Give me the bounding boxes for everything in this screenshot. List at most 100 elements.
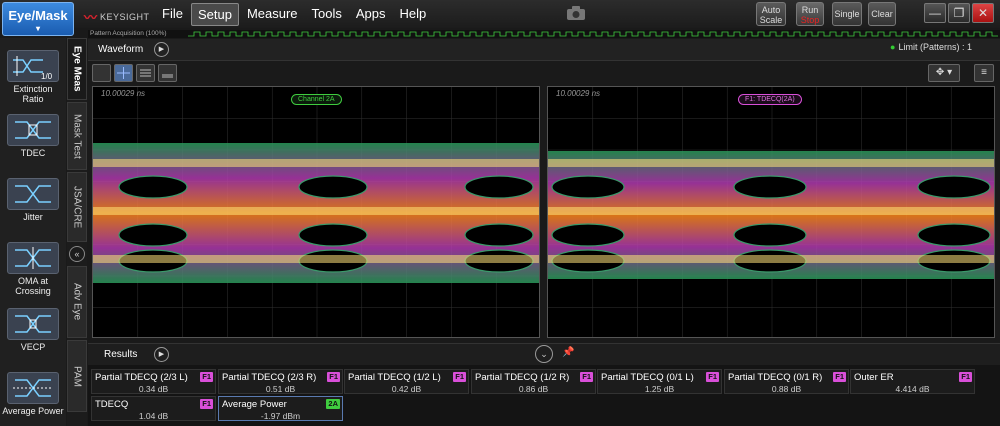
- limit-label: Limit (Patterns) : 1: [898, 42, 972, 52]
- oma-icon: [7, 242, 59, 274]
- acquisition-label: Pattern Acquisition (100%): [90, 30, 167, 37]
- pan-zoom-icon[interactable]: ✥ ▾: [928, 64, 960, 82]
- collapse-panel-icon[interactable]: «: [69, 246, 85, 262]
- tab-mask-test[interactable]: Mask Test: [67, 102, 87, 170]
- waveform-play-icon[interactable]: ▶: [154, 42, 169, 57]
- menu-icon[interactable]: ≡: [974, 64, 994, 82]
- sidebar-item-vecp[interactable]: VECP: [2, 308, 64, 352]
- result-cell[interactable]: Partial TDECQ (2/3 L) F1 0.34 dB: [91, 369, 216, 394]
- result-value: 0.42 dB: [391, 384, 422, 394]
- function-label-badge: F1: TDECQ(2A): [738, 94, 802, 105]
- menu-help[interactable]: Help: [394, 3, 433, 26]
- eye-diagram-graphic: [548, 87, 994, 337]
- source-badge: F1: [833, 372, 846, 382]
- camera-icon[interactable]: [566, 5, 586, 21]
- result-name: TDECQ: [95, 399, 129, 410]
- menu-setup[interactable]: Setup: [190, 3, 239, 26]
- single-button[interactable]: Single: [832, 2, 862, 26]
- result-cell[interactable]: Partial TDECQ (0/1 L) F1 1.25 dB: [597, 369, 722, 394]
- extinction-ratio-icon: 1/0: [7, 50, 59, 82]
- app-window: 〰 KEYSIGHT File Setup Measure Tools Apps…: [0, 0, 1000, 426]
- tab-adv-eye[interactable]: Adv Eye: [67, 266, 87, 338]
- sidebar-item-tdec[interactable]: TDEC: [2, 114, 64, 158]
- auto-scale-button[interactable]: Auto Scale: [756, 2, 786, 26]
- brand-name: KEYSIGHT: [100, 11, 150, 22]
- close-button[interactable]: ✕: [972, 3, 994, 23]
- source-badge: F1: [200, 372, 213, 382]
- result-value: 1.04 dB: [138, 411, 169, 421]
- waveform-header: Waveform ▶ ● Limit (Patterns) : 1: [88, 39, 1000, 61]
- result-name: Partial TDECQ (0/1 L): [601, 372, 694, 383]
- menu-file[interactable]: File: [156, 3, 189, 26]
- source-badge: F1: [200, 399, 213, 409]
- pattern-acquisition-bar: Pattern Acquisition (100%): [88, 30, 1000, 38]
- sidebar-item-label: VECP: [20, 342, 46, 352]
- waveform-toolbar: ✥ ▾ ≡: [88, 61, 1000, 85]
- auto-scale-label-1: Auto: [761, 5, 781, 15]
- source-badge: F1: [706, 372, 719, 382]
- sidebar-item-label: TDEC: [20, 148, 46, 158]
- jitter-icon: [7, 178, 59, 210]
- menu-tools[interactable]: Tools: [306, 3, 348, 26]
- source-badge: F1: [327, 372, 340, 382]
- result-cell[interactable]: Partial TDECQ (0/1 R) F1 0.88 dB: [724, 369, 849, 394]
- layout-tabbed-icon[interactable]: [158, 64, 177, 82]
- result-value: 0.86 dB: [518, 384, 549, 394]
- result-name: Outer ER: [854, 372, 894, 383]
- main-menu: File Setup Measure Tools Apps Help: [156, 3, 432, 26]
- results-play-icon[interactable]: ▶: [154, 347, 169, 362]
- sidebar-item-extinction-ratio[interactable]: 1/0 Extinction Ratio: [2, 50, 64, 104]
- panel-time-label: 10.00029 ns: [101, 89, 146, 98]
- tdec-icon: [7, 114, 59, 146]
- layout-single-icon[interactable]: [92, 64, 111, 82]
- result-cell[interactable]: TDECQ F1 1.04 dB: [91, 396, 216, 421]
- vecp-icon: [7, 308, 59, 340]
- sidebar-item-average-power[interactable]: Average Power: [2, 372, 64, 416]
- results-table: Partial TDECQ (2/3 L) F1 0.34 dB Partial…: [88, 365, 1000, 426]
- keysight-logo: 〰 KEYSIGHT: [84, 7, 150, 26]
- menu-apps[interactable]: Apps: [350, 3, 392, 26]
- result-name: Partial TDECQ (2/3 L): [95, 372, 188, 383]
- result-cell[interactable]: Partial TDECQ (1/2 R) F1 0.86 dB: [471, 369, 596, 394]
- result-value: 4.414 dB: [895, 384, 930, 394]
- source-badge: F1: [580, 372, 593, 382]
- tab-jsa-cre[interactable]: JSA/CRE: [67, 172, 87, 242]
- tab-pam[interactable]: PAM: [67, 340, 87, 412]
- eye-diagram-graphic: [93, 87, 539, 337]
- results-title: Results: [104, 349, 138, 360]
- result-name: Average Power: [222, 399, 287, 410]
- result-cell[interactable]: Partial TDECQ (2/3 R) F1 0.51 dB: [218, 369, 343, 394]
- sidebar-item-label: Jitter: [23, 212, 43, 222]
- menu-measure[interactable]: Measure: [241, 3, 304, 26]
- chevron-down-icon[interactable]: ⌄: [535, 345, 553, 363]
- acquisition-pattern-graphic: [188, 31, 998, 37]
- run-stop-button[interactable]: Run Stop: [796, 2, 824, 26]
- layout-stacked-icon[interactable]: [136, 64, 155, 82]
- result-value: 1.25 dB: [644, 384, 675, 394]
- eye-mask-mode-button[interactable]: Eye/Mask ▾: [2, 2, 74, 36]
- result-cell[interactable]: Partial TDECQ (1/2 L) F1 0.42 dB: [344, 369, 469, 394]
- vertical-tabs: Eye Meas Mask Test JSA/CRE « Adv Eye PAM: [67, 38, 87, 426]
- result-cell[interactable]: Outer ER F1 4.414 dB: [850, 369, 975, 394]
- sidebar-item-jitter[interactable]: Jitter: [2, 178, 64, 222]
- keysight-wave-icon: 〰: [84, 10, 98, 25]
- pin-icon[interactable]: 📌: [562, 347, 574, 358]
- layout-grid-icon[interactable]: [114, 64, 133, 82]
- eye-panel-channel-2a[interactable]: 10.00029 ns Channel 2A: [92, 86, 540, 338]
- result-value: 0.88 dB: [771, 384, 802, 394]
- tab-eye-meas[interactable]: Eye Meas: [67, 38, 87, 100]
- limit-status: ● Limit (Patterns) : 1: [890, 42, 972, 52]
- channel-label-badge: Channel 2A: [291, 94, 342, 105]
- mode-label: Eye/Mask: [8, 8, 68, 23]
- sidebar-item-label: Average Power: [2, 406, 64, 416]
- sidebar-item-oma-at-crossing[interactable]: OMA at Crossing: [2, 242, 64, 296]
- eye-panel-tdecq[interactable]: 10.00029 ns F1: TDECQ(2A): [547, 86, 995, 338]
- panel-time-label: 10.00029 ns: [556, 89, 601, 98]
- result-name: Partial TDECQ (2/3 R): [222, 372, 317, 383]
- restore-button[interactable]: ❐: [948, 3, 970, 23]
- sidebar-item-label: Extinction Ratio: [13, 84, 53, 104]
- clear-button[interactable]: Clear: [868, 2, 896, 26]
- minimize-button[interactable]: —: [924, 3, 946, 23]
- result-cell[interactable]: Average Power 2A -1.97 dBm: [218, 396, 343, 421]
- run-label: Run: [801, 5, 819, 15]
